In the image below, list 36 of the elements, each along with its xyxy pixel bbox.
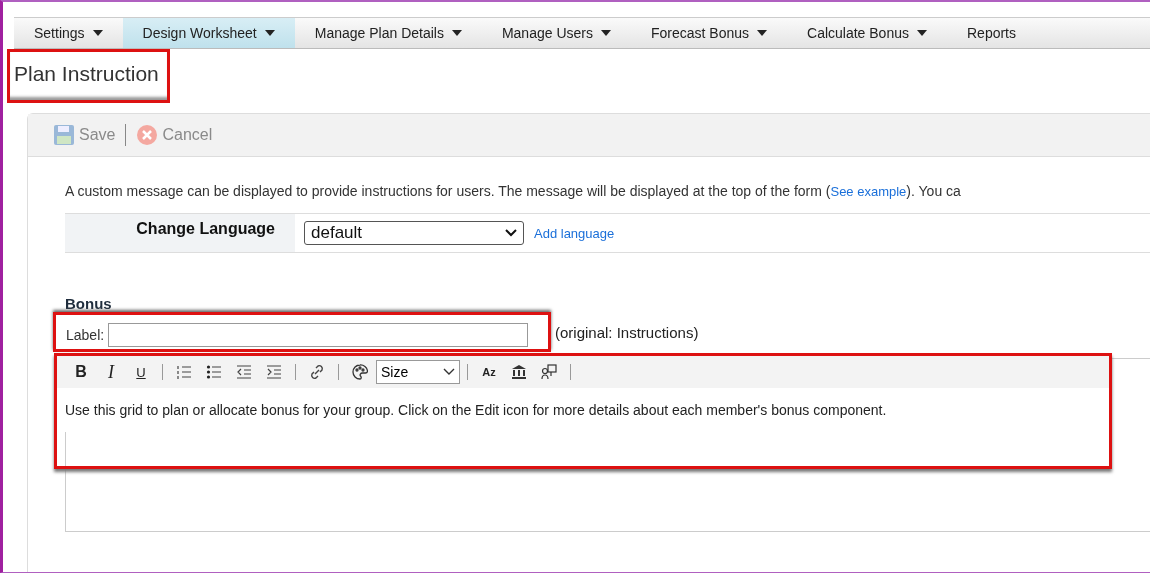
menu-tab[interactable]: Reports [947,18,1036,48]
editor-text: Use this grid to plan or allocate bonus for your group. Click on the Edit icon for more details about each member's bonus component. [57,388,1109,432]
numbered-list-icon [176,364,192,380]
menu-tab[interactable]: Design Worksheet [122,18,295,48]
language-select[interactable]: default [304,221,524,245]
link-icon [309,364,325,380]
caret-icon [917,30,927,36]
section-title: Bonus [65,295,113,312]
caret-icon [92,30,103,36]
language-label: Change Language [65,214,295,252]
original-hint: (original: Instructions) [555,323,699,341]
page-title: Plan Instruction [7,49,170,103]
menu-tab[interactable]: Calculate Bonus [787,18,947,48]
menu-tab[interactable]: Manage Users [481,18,631,48]
caret-icon [600,30,611,36]
add-language-link[interactable]: Add language [534,225,615,241]
chevron-down-icon [505,229,517,237]
palette-icon [352,364,368,380]
label-input[interactable] [108,323,529,347]
chevron-down-icon [443,368,455,376]
label-caption: Label: [66,327,105,343]
caret-icon [264,30,275,36]
description-text: A custom message can be displayed to provide instructions for users. The message will be displayed at the top of the form (See example). You ca [65,183,962,199]
template-icon [541,364,557,380]
outdent-icon [236,364,252,380]
see-example-link[interactable]: See example [830,184,907,199]
cancel-icon [136,124,159,146]
indent-icon [266,364,282,380]
caret-icon [451,30,462,36]
menu-tab[interactable]: Manage Plan Details [294,18,482,48]
menu-tab[interactable]: Settings [14,18,123,48]
caret-icon [757,30,768,36]
building-icon [511,364,527,380]
size-select[interactable]: Size [376,360,460,384]
bullet-list-icon [206,364,222,380]
menu-tab[interactable]: Forecast Bonus [630,18,788,48]
